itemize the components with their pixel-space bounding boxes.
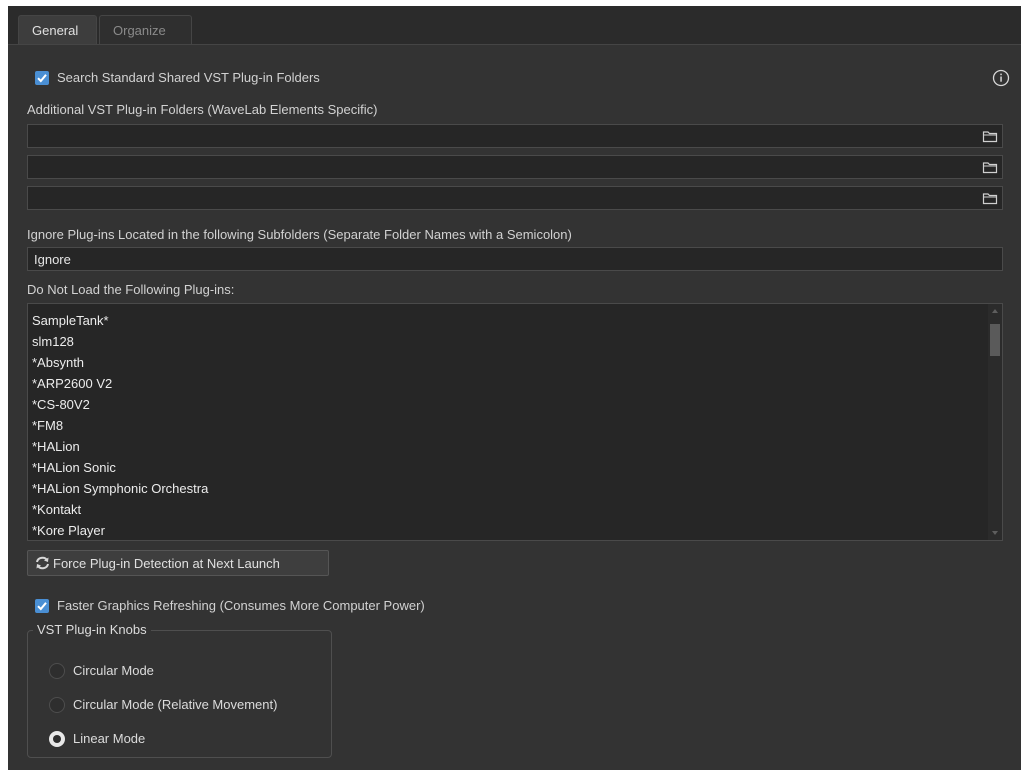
- do-not-load-list[interactable]: SampleTank* slm128 *Absynth *ARP2600 V2 …: [27, 303, 1003, 541]
- list-item[interactable]: *Kore Player: [32, 520, 208, 541]
- checkmark-icon: [37, 74, 47, 83]
- scroll-down-arrow-icon[interactable]: [991, 529, 999, 537]
- radio-linear-mode[interactable]: [49, 731, 65, 747]
- list-scrollbar[interactable]: [988, 304, 1002, 540]
- radio-circular-relative-mode-label: Circular Mode (Relative Movement): [73, 697, 278, 712]
- force-detection-button[interactable]: Force Plug-in Detection at Next Launch: [27, 550, 329, 576]
- refresh-icon: [36, 556, 49, 570]
- list-item[interactable]: *FM8: [32, 415, 208, 436]
- plugin-list-items: SampleTank* slm128 *Absynth *ARP2600 V2 …: [32, 310, 208, 541]
- ignore-subfolders-input[interactable]: [27, 247, 1003, 271]
- list-item[interactable]: slm128: [32, 331, 208, 352]
- radio-selected-dot: [53, 735, 61, 743]
- scroll-up-arrow-icon[interactable]: [991, 307, 999, 315]
- folder-icon[interactable]: [982, 191, 998, 205]
- scroll-thumb[interactable]: [990, 324, 1000, 356]
- list-item[interactable]: *HALion Sonic: [32, 457, 208, 478]
- faster-graphics-label: Faster Graphics Refreshing (Consumes Mor…: [57, 598, 425, 613]
- additional-folders-label: Additional VST Plug-in Folders (WaveLab …: [27, 102, 378, 117]
- plugin-settings-window: General Organize Search Standard Shared …: [8, 6, 1021, 770]
- ignore-subfolders-label: Ignore Plug-ins Located in the following…: [27, 227, 572, 242]
- faster-graphics-checkbox[interactable]: [35, 599, 49, 613]
- tab-general[interactable]: General: [18, 15, 97, 44]
- general-panel: Search Standard Shared VST Plug-in Folde…: [8, 44, 1021, 770]
- list-item[interactable]: *Kontakt: [32, 499, 208, 520]
- folder-icon[interactable]: [982, 160, 998, 174]
- search-shared-checkbox[interactable]: [35, 71, 49, 85]
- info-icon[interactable]: [992, 69, 1010, 87]
- radio-circular-relative-mode[interactable]: [49, 697, 65, 713]
- radio-linear-mode-label: Linear Mode: [73, 731, 146, 746]
- list-item[interactable]: SampleTank*: [32, 310, 208, 331]
- additional-folder-field[interactable]: [27, 186, 1003, 210]
- list-item[interactable]: *ARP2600 V2: [32, 373, 208, 394]
- vst-knobs-group-title: VST Plug-in Knobs: [33, 622, 151, 637]
- tab-organize[interactable]: Organize: [99, 15, 192, 44]
- folder-icon[interactable]: [982, 129, 998, 143]
- additional-folder-field[interactable]: [27, 155, 1003, 179]
- tab-bar: General Organize: [8, 6, 1021, 44]
- radio-circular-mode-label: Circular Mode: [73, 663, 154, 678]
- list-item[interactable]: *HALion Symphonic Orchestra: [32, 478, 208, 499]
- force-detection-label: Force Plug-in Detection at Next Launch: [53, 556, 280, 571]
- list-item[interactable]: *Absynth: [32, 352, 208, 373]
- radio-circular-mode[interactable]: [49, 663, 65, 679]
- additional-folder-field[interactable]: [27, 124, 1003, 148]
- search-shared-label: Search Standard Shared VST Plug-in Folde…: [57, 70, 320, 85]
- do-not-load-label: Do Not Load the Following Plug-ins:: [27, 282, 235, 297]
- list-item[interactable]: *HALion: [32, 436, 208, 457]
- list-item[interactable]: *CS-80V2: [32, 394, 208, 415]
- checkmark-icon: [37, 602, 47, 611]
